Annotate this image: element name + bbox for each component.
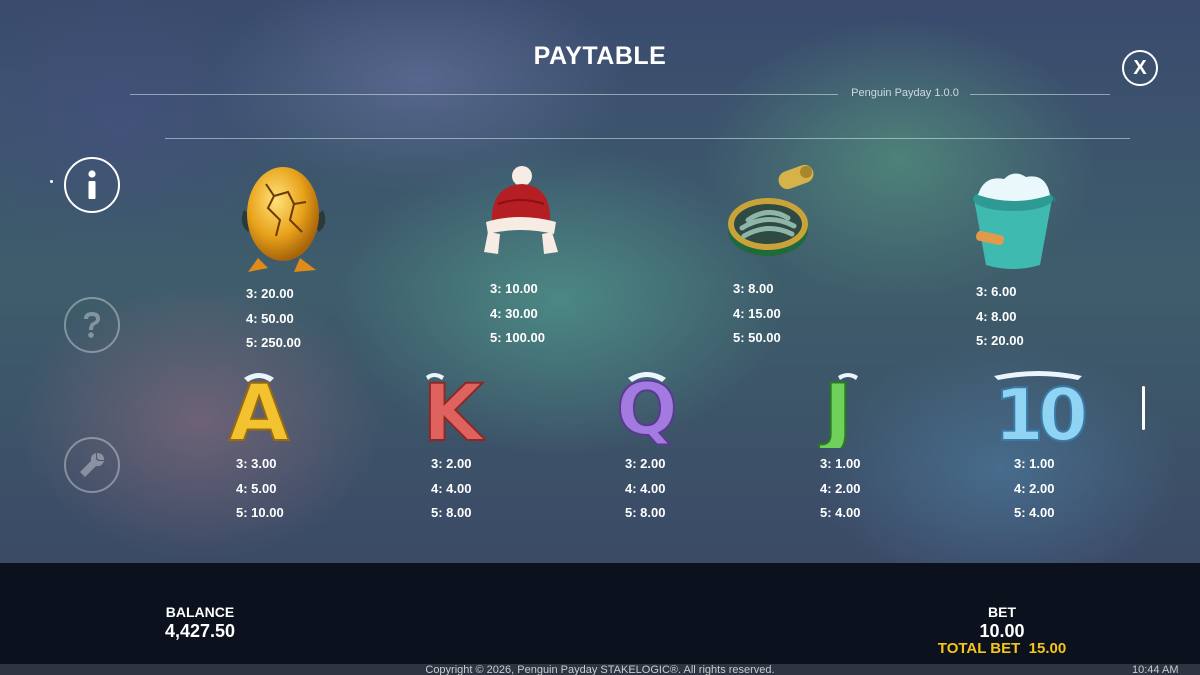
svg-text:J: J [818,369,852,448]
header-divider-left [130,94,838,95]
sardine-can-symbol [728,164,814,256]
header-divider-right [970,94,1110,95]
letter-k-symbol: K [422,368,486,448]
ice-bucket-symbol [968,173,1058,269]
svg-text:Q: Q [616,367,677,448]
close-button[interactable]: X [1122,50,1158,86]
total-bet-value: 15.00 [1028,640,1067,657]
sidebar-item-info[interactable] [64,157,120,213]
scroll-indicator[interactable] [1142,386,1145,430]
pays-number-10: 3: 1.00 4: 2.00 5: 4.00 [1014,456,1055,520]
pays-sardine-can: 3: 8.00 4: 15.00 5: 50.00 [733,281,781,345]
letter-j-symbol: J [817,368,858,448]
content-divider [165,138,1130,139]
total-bet-label: TOTAL BET [937,640,1021,657]
pays-letter-q: 3: 2.00 4: 4.00 5: 8.00 [625,456,666,520]
svg-text:10: 10 [994,373,1085,448]
number-10-symbol: 10 [993,371,1086,448]
clock: 10:44 AM [1132,664,1179,675]
game-version: Penguin Payday 1.0.0 [851,87,959,99]
letter-q-symbol: Q [615,366,678,448]
sidebar-item-help[interactable] [64,297,120,353]
letter-a-symbol: A [228,368,290,448]
bet-label: BET [988,604,1016,620]
total-bet: TOTAL BET 15.00 [920,640,1084,657]
sidebar-item-settings[interactable] [64,437,120,493]
pays-letter-a: 3: 3.00 4: 5.00 5: 10.00 [236,456,284,520]
bet-value: 10.00 [979,621,1025,641]
golden-egg-symbol [241,167,326,272]
page-title: PAYTABLE [533,42,667,70]
close-icon: X [1133,56,1147,79]
svg-text:K: K [423,369,486,448]
balance-value: 4,427.50 [164,621,236,641]
copyright-text: Copyright © 2026, Penguin Payday STAKELO… [425,664,775,675]
info-icon [88,170,96,199]
sidebar-dot [50,180,53,183]
pays-winter-hat: 3: 10.00 4: 30.00 5: 100.00 [490,281,545,345]
pays-ice-bucket: 3: 6.00 4: 8.00 5: 20.00 [976,284,1024,348]
help-icon [84,312,100,338]
svg-text:A: A [229,369,289,448]
pays-letter-j: 3: 1.00 4: 2.00 5: 4.00 [820,456,861,520]
pays-letter-k: 3: 2.00 4: 4.00 5: 8.00 [431,456,472,520]
settings-wrench-icon [80,453,104,477]
pays-golden-egg: 3: 20.00 4: 50.00 5: 250.00 [246,286,301,350]
balance-label: BALANCE [165,604,235,620]
winter-hat-symbol [484,166,558,254]
